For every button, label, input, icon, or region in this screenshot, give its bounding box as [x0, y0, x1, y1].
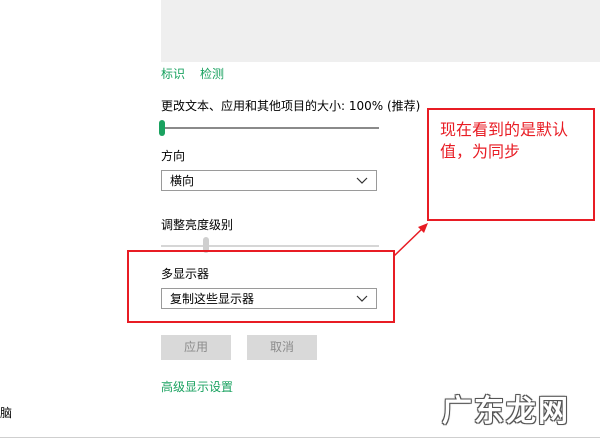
orientation-label: 方向: [161, 149, 186, 163]
advanced-display-settings-link[interactable]: 高级显示设置: [161, 379, 233, 395]
size-label: 更改文本、应用和其他项目的大小: 100% (推荐): [161, 99, 421, 113]
identify-link[interactable]: 标识: [161, 66, 185, 82]
divider: [0, 437, 600, 438]
apply-button[interactable]: 应用: [161, 335, 231, 360]
annotation-arrow-icon: [393, 223, 428, 257]
display-preview-area[interactable]: [161, 0, 600, 62]
brightness-slider-track[interactable]: [161, 245, 379, 247]
brightness-label: 调整亮度级别: [161, 218, 234, 232]
size-slider-thumb[interactable]: [159, 120, 165, 136]
watermark-logo: 广东龙网: [442, 394, 570, 429]
annotation-highlight-box: [127, 250, 395, 323]
left-panel-text: 脑: [0, 406, 13, 420]
chevron-down-icon: [356, 177, 368, 184]
size-slider-track[interactable]: [161, 127, 379, 129]
cancel-button[interactable]: 取消: [247, 335, 317, 360]
orientation-dropdown[interactable]: 横向: [161, 170, 377, 191]
annotation-note-text: 现在看到的是默认值，为同步: [440, 120, 569, 161]
orientation-value: 横向: [170, 174, 195, 188]
detect-link[interactable]: 检测: [200, 66, 224, 82]
